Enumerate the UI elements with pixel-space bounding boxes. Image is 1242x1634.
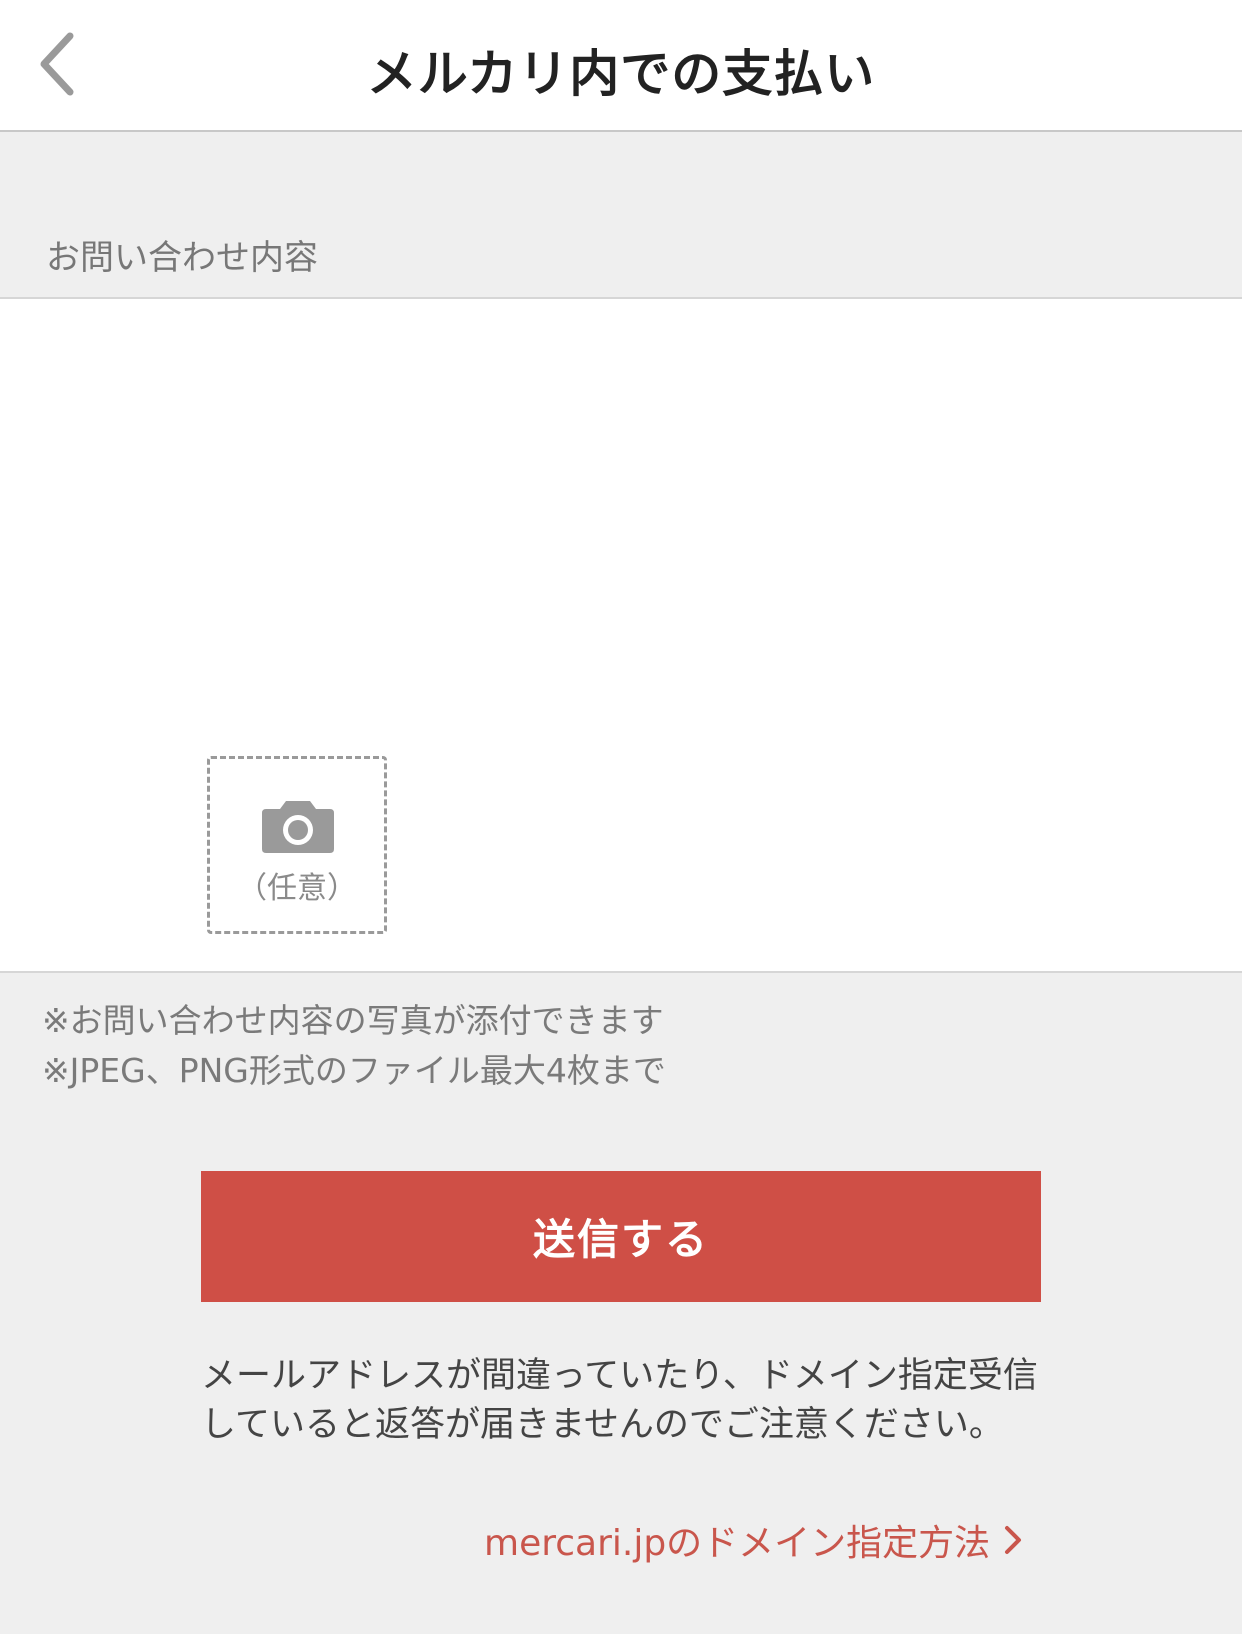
chevron-right-icon	[1005, 1526, 1022, 1554]
note-line: ※JPEG、PNG形式のファイル最大4枚まで	[42, 1051, 666, 1090]
domain-setting-link[interactable]: mercari.jpのドメイン指定方法	[484, 1514, 1024, 1566]
attachment-notes: ※お問い合わせ内容の写真が添付できます ※JPEG、PNG形式のファイル最大4枚…	[42, 996, 666, 1096]
page-title: メルカリ内での支払い	[366, 45, 876, 103]
photo-optional-label: （任意）	[237, 871, 357, 906]
note-line: ※お問い合わせ内容の写真が添付できます	[42, 1001, 664, 1040]
inquiry-content-area: （任意）	[0, 297, 1242, 973]
section-label: お問い合わせ内容	[46, 238, 318, 278]
email-warning-text: メールアドレスが間違っていたり、ドメイン指定受信していると返答が届きませんのでご…	[201, 1356, 1038, 1445]
domain-link-label: mercari.jpのドメイン指定方法	[484, 1523, 991, 1564]
add-photo-button[interactable]: （任意）	[207, 756, 387, 934]
camera-icon	[262, 801, 334, 853]
inquiry-content-input[interactable]	[40, 319, 1200, 739]
nav-bar: メルカリ内での支払い	[0, 0, 1242, 132]
submit-button[interactable]: 送信する	[201, 1171, 1041, 1302]
